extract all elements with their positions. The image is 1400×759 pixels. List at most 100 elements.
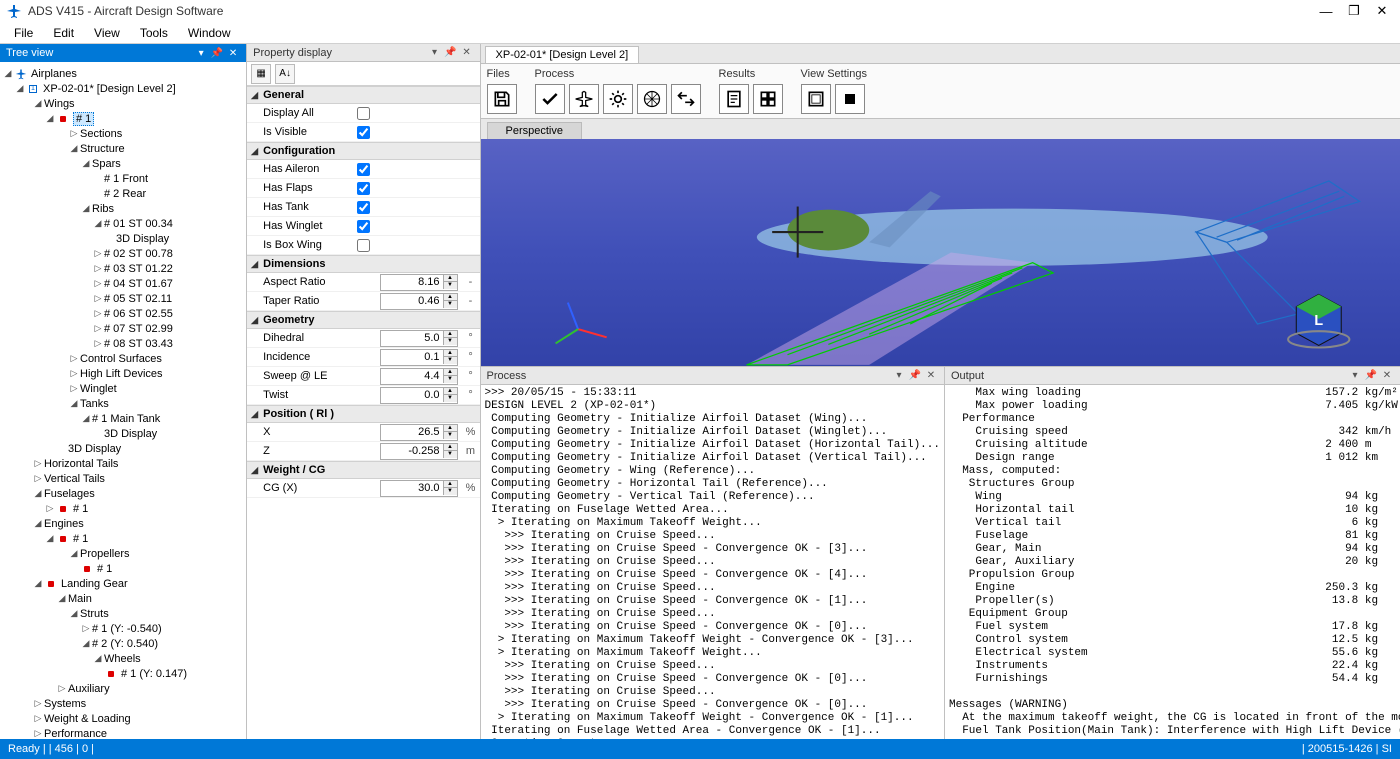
node-tank-3d[interactable]: 3D Display: [2, 426, 244, 441]
node-lg[interactable]: ◢Landing Gear: [2, 576, 244, 591]
z-spinner[interactable]: -0.258▲▼: [380, 443, 458, 460]
node-prop1[interactable]: # 1: [2, 561, 244, 576]
minimize-button[interactable]: —: [1314, 2, 1338, 20]
wireframe-button[interactable]: [801, 84, 831, 114]
group-dims[interactable]: ◢Dimensions: [247, 255, 479, 273]
close-button[interactable]: ✕: [1370, 2, 1394, 20]
spin-up-icon[interactable]: ▲: [444, 275, 457, 282]
menu-view[interactable]: View: [84, 24, 130, 42]
incidence-spinner[interactable]: 0.1▲▼: [380, 349, 458, 366]
node-rib8[interactable]: ▷# 08 ST 03.43: [2, 336, 244, 351]
output-pin-icon[interactable]: 📌: [1364, 369, 1378, 383]
node-ribs[interactable]: ◢Ribs: [2, 201, 244, 216]
node-perf[interactable]: ▷Performance: [2, 726, 244, 739]
spin-down-icon[interactable]: ▼: [444, 282, 457, 289]
output-close-icon[interactable]: ✕: [1380, 369, 1394, 383]
categorize-button[interactable]: ▦: [251, 64, 271, 84]
process-dropdown-icon[interactable]: ▾: [892, 369, 906, 383]
node-project[interactable]: ◢1XP-02-01* [Design Level 2]: [2, 81, 244, 96]
node-structure[interactable]: ◢Structure: [2, 141, 244, 156]
menu-file[interactable]: File: [4, 24, 43, 42]
node-eng1[interactable]: ◢# 1: [2, 531, 244, 546]
node-rib-3d[interactable]: 3D Display: [2, 231, 244, 246]
node-wheels[interactable]: ◢Wheels: [2, 651, 244, 666]
node-fuselages[interactable]: ◢Fuselages: [2, 486, 244, 501]
node-rib4[interactable]: ▷# 04 ST 01.67: [2, 276, 244, 291]
node-wing1[interactable]: ◢# 1: [2, 111, 244, 126]
output-console[interactable]: Max wing loading 157.2 kg/m² Max power l…: [945, 385, 1400, 739]
node-wl[interactable]: ▷Weight & Loading: [2, 711, 244, 726]
has-winglet-checkbox[interactable]: [357, 220, 370, 233]
tree-pin-icon[interactable]: 📌: [210, 46, 224, 60]
node-lg-main[interactable]: ◢Main: [2, 591, 244, 606]
node-rib2[interactable]: ▷# 02 ST 00.78: [2, 246, 244, 261]
process-pin-icon[interactable]: 📌: [908, 369, 922, 383]
perspective-tab[interactable]: Perspective: [487, 122, 582, 139]
node-ctrl-surf[interactable]: ▷Control Surfaces: [2, 351, 244, 366]
check-button[interactable]: [535, 84, 565, 114]
cgx-spinner[interactable]: 30.0▲▼: [380, 480, 458, 497]
node-systems[interactable]: ▷Systems: [2, 696, 244, 711]
node-spar1[interactable]: # 1 Front: [2, 171, 244, 186]
node-fus1[interactable]: ▷# 1: [2, 501, 244, 516]
process-close-icon[interactable]: ✕: [924, 369, 938, 383]
document-tab[interactable]: XP-02-01* [Design Level 2]: [485, 46, 640, 63]
has-flaps-checkbox[interactable]: [357, 182, 370, 195]
node-strut1[interactable]: ▷# 1 (Y: -0.540): [2, 621, 244, 636]
group-wcg[interactable]: ◢Weight / CG: [247, 461, 479, 479]
node-high-lift[interactable]: ▷High Lift Devices: [2, 366, 244, 381]
x-spinner[interactable]: 26.5▲▼: [380, 424, 458, 441]
node-lg-aux[interactable]: ▷Auxiliary: [2, 681, 244, 696]
node-rib7[interactable]: ▷# 07 ST 02.99: [2, 321, 244, 336]
dihedral-spinner[interactable]: 5.0▲▼: [380, 330, 458, 347]
mesh-button[interactable]: [637, 84, 667, 114]
node-rib5[interactable]: ▷# 05 ST 02.11: [2, 291, 244, 306]
node-struts[interactable]: ◢Struts: [2, 606, 244, 621]
sort-button[interactable]: A↓: [275, 64, 295, 84]
node-tanks[interactable]: ◢Tanks: [2, 396, 244, 411]
tree-body[interactable]: ◢Airplanes ◢1XP-02-01* [Design Level 2] …: [0, 62, 246, 739]
process-console[interactable]: >>> 20/05/15 - 15:33:11 DESIGN LEVEL 2 (…: [481, 385, 944, 739]
group-pos[interactable]: ◢Position ( Rl ): [247, 405, 479, 423]
group-general[interactable]: ◢General: [247, 86, 479, 104]
menu-edit[interactable]: Edit: [43, 24, 84, 42]
airplane-button[interactable]: [569, 84, 599, 114]
has-tank-checkbox[interactable]: [357, 201, 370, 214]
node-vtails[interactable]: ▷Vertical Tails: [2, 471, 244, 486]
node-strut2[interactable]: ◢# 2 (Y: 0.540): [2, 636, 244, 651]
is-visible-checkbox[interactable]: [357, 126, 370, 139]
node-htails[interactable]: ▷Horizontal Tails: [2, 456, 244, 471]
grid-button[interactable]: [753, 84, 783, 114]
maximize-button[interactable]: ❐: [1342, 2, 1366, 20]
group-geom[interactable]: ◢Geometry: [247, 311, 479, 329]
tree-close-icon[interactable]: ✕: [226, 46, 240, 60]
node-engines[interactable]: ◢Engines: [2, 516, 244, 531]
is-box-checkbox[interactable]: [357, 239, 370, 252]
has-aileron-checkbox[interactable]: [357, 163, 370, 176]
taper-spinner[interactable]: 0.46▲▼: [380, 293, 458, 310]
swap-button[interactable]: [671, 84, 701, 114]
report-button[interactable]: [719, 84, 749, 114]
node-spar2[interactable]: # 2 Rear: [2, 186, 244, 201]
node-wings[interactable]: ◢Wings: [2, 96, 244, 111]
menu-window[interactable]: Window: [178, 24, 241, 42]
node-winglet[interactable]: ▷Winglet: [2, 381, 244, 396]
prop-dropdown-icon[interactable]: ▾: [428, 46, 442, 60]
viewport-3d[interactable]: L: [481, 139, 1400, 366]
node-tank1[interactable]: ◢# 1 Main Tank: [2, 411, 244, 426]
node-wheel1[interactable]: # 1 (Y: 0.147): [2, 666, 244, 681]
node-spars[interactable]: ◢Spars: [2, 156, 244, 171]
output-dropdown-icon[interactable]: ▾: [1348, 369, 1362, 383]
aspect-spinner[interactable]: 8.16▲▼: [380, 274, 458, 291]
group-config[interactable]: ◢Configuration: [247, 142, 479, 160]
node-wing-3d[interactable]: 3D Display: [2, 441, 244, 456]
gear-button[interactable]: [603, 84, 633, 114]
display-all-checkbox[interactable]: [357, 107, 370, 120]
sweep-spinner[interactable]: 4.4▲▼: [380, 368, 458, 385]
node-sections[interactable]: ▷Sections: [2, 126, 244, 141]
node-rib6[interactable]: ▷# 06 ST 02.55: [2, 306, 244, 321]
solid-button[interactable]: [835, 84, 865, 114]
node-rib3[interactable]: ▷# 03 ST 01.22: [2, 261, 244, 276]
node-rib1[interactable]: ◢# 01 ST 00.34: [2, 216, 244, 231]
prop-pin-icon[interactable]: 📌: [444, 46, 458, 60]
